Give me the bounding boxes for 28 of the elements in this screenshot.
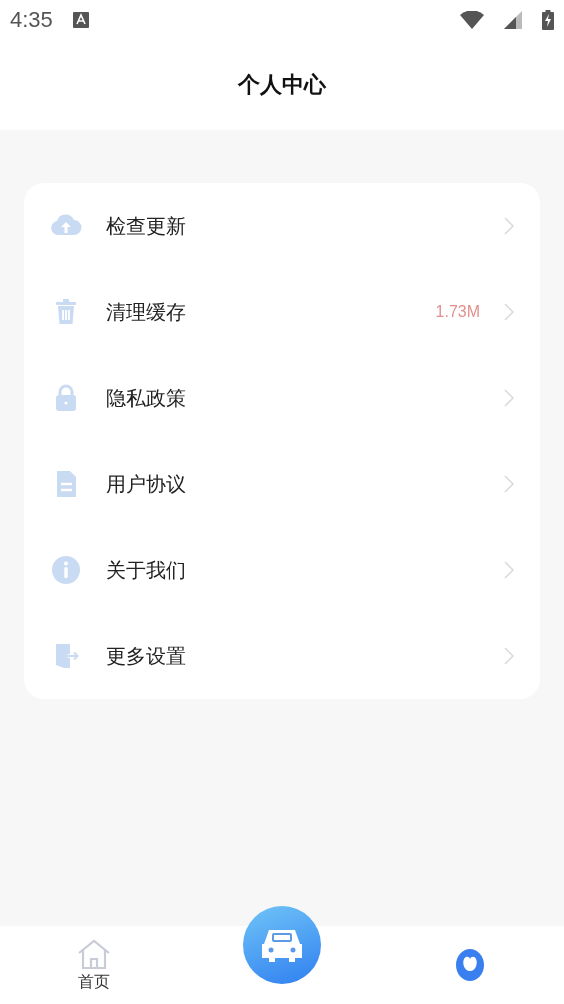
home-icon: [76, 937, 112, 970]
menu-label: 检查更新: [106, 212, 187, 240]
menu-item[interactable]: 关于我们: [24, 527, 540, 613]
menu-item[interactable]: 清理缓存 1.73M: [24, 269, 540, 355]
page-title: 个人中心: [238, 71, 326, 99]
menu-item[interactable]: 检查更新: [24, 183, 540, 269]
keyboard-icon: [72, 12, 89, 28]
cache-size: 1.73M: [435, 303, 480, 321]
battery-icon: [542, 10, 554, 30]
wifi-icon: [460, 11, 484, 29]
menu-label: 更多设置: [106, 642, 187, 670]
chevron-right-icon: [504, 475, 514, 493]
signal-icon: [504, 11, 522, 29]
info-icon: [50, 554, 82, 586]
chevron-right-icon: [504, 303, 514, 321]
profile-icon: [454, 947, 486, 983]
menu-label: 清理缓存: [106, 298, 187, 326]
chevron-right-icon: [504, 217, 514, 235]
menu-item[interactable]: 更多设置: [24, 613, 540, 699]
menu-item[interactable]: 隐私政策: [24, 355, 540, 441]
menu-label: 用户协议: [106, 470, 187, 498]
chevron-right-icon: [504, 389, 514, 407]
chevron-right-icon: [504, 561, 514, 579]
menu-label: 关于我们: [106, 556, 187, 584]
status-time: 4:35: [10, 7, 53, 33]
menu-item[interactable]: 用户协议: [24, 441, 540, 527]
menu-label: 隐私政策: [106, 384, 187, 412]
chevron-right-icon: [504, 647, 514, 665]
